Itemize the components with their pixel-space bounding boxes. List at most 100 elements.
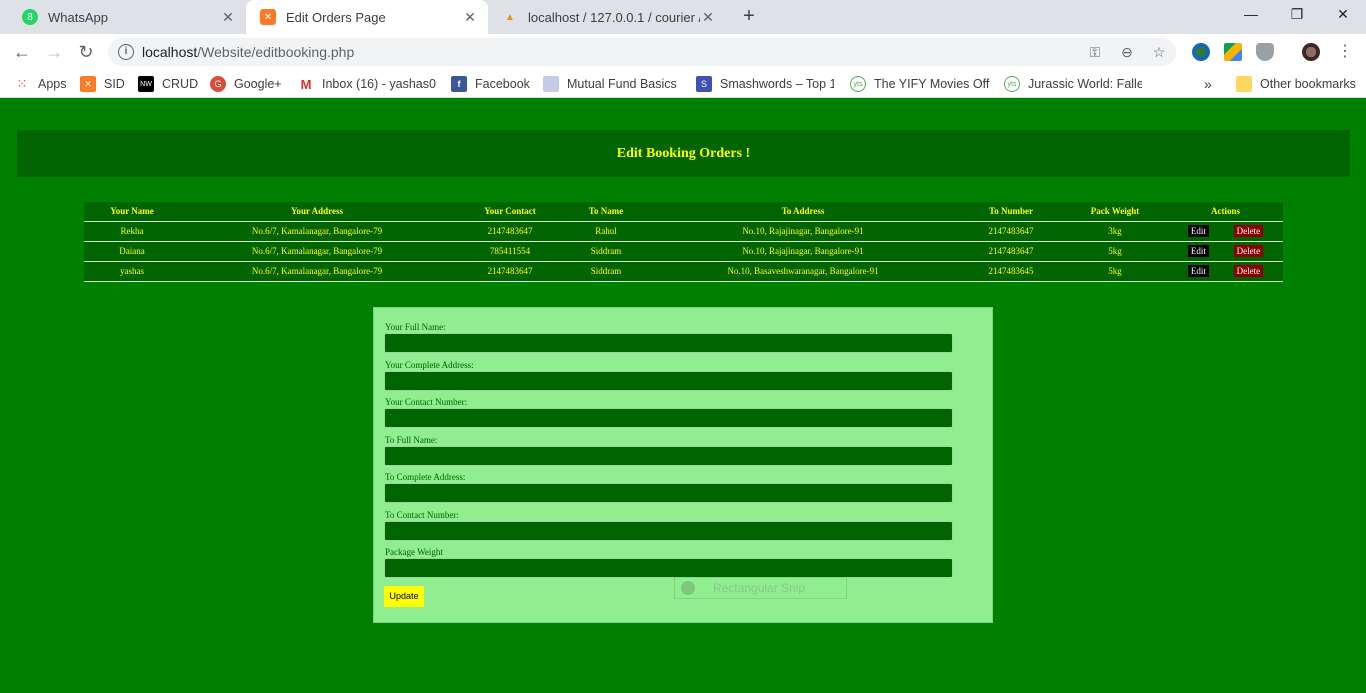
edit-button[interactable]: Edit xyxy=(1187,225,1209,237)
address-bar[interactable]: i localhost/Website/editbooking.php ⚿ ⊖ … xyxy=(108,38,1176,66)
your-address-input[interactable] xyxy=(384,371,953,391)
cell-to-address: No.10, Rajajinagar, Bangalore-91 xyxy=(646,221,960,242)
column-header: To Address xyxy=(646,202,960,222)
cell-address: No.6/7, Kamalanagar, Bangalore-79 xyxy=(180,261,454,282)
page-content: Edit Booking Orders ! Your Name Your Add… xyxy=(0,98,1366,693)
delete-button[interactable]: Delete xyxy=(1233,245,1264,257)
cell-to-address: No.10, Rajajinagar, Bangalore-91 xyxy=(646,241,960,262)
bookmark-jurassic[interactable]: yts Jurassic World: Fallen xyxy=(1004,75,1142,93)
field-to-contact: To Contact Number: xyxy=(384,510,953,541)
close-tab-icon[interactable]: ✕ xyxy=(700,9,716,26)
cell-to-address: No.10, Basaveshwaranagar, Bangalore-91 xyxy=(646,261,960,282)
cell-to-name: Siddram xyxy=(566,241,646,262)
bookmark-smashwords[interactable]: S Smashwords – Top 10 xyxy=(696,75,834,93)
key-icon[interactable]: ⚿ xyxy=(1086,43,1104,61)
cell-contact: 2147483647 xyxy=(454,261,566,282)
smashwords-icon: S xyxy=(696,76,712,92)
facebook-icon: f xyxy=(451,76,467,92)
delete-button[interactable]: Delete xyxy=(1233,265,1264,277)
whatsapp-icon: 8 xyxy=(22,9,38,25)
forward-button[interactable]: → xyxy=(42,40,66,64)
bookmark-inbox[interactable]: M Inbox (16) - yashas03 xyxy=(298,75,436,93)
cell-weight: 5kg xyxy=(1062,241,1168,262)
package-weight-input[interactable] xyxy=(384,558,953,578)
to-address-input[interactable] xyxy=(384,483,953,503)
edit-button[interactable]: Edit xyxy=(1187,265,1209,277)
close-window-button[interactable]: ✕ xyxy=(1320,0,1366,30)
delete-button[interactable]: Delete xyxy=(1233,225,1264,237)
menu-icon[interactable]: ⋮ xyxy=(1333,40,1357,64)
snip-icon xyxy=(681,581,695,595)
xampp-icon: ✕ xyxy=(80,76,96,92)
cell-to-name: Rahul xyxy=(566,221,646,242)
tab-title: localhost / 127.0.0.1 / courier / er xyxy=(528,9,700,25)
tab-edit-orders[interactable]: ✕ Edit Orders Page ✕ xyxy=(246,0,488,34)
yts-icon: yts xyxy=(850,76,866,92)
field-label: Your Contact Number: xyxy=(385,397,468,407)
edit-booking-form: Your Full Name: Your Complete Address: Y… xyxy=(373,307,993,623)
gmail-icon: M xyxy=(300,76,312,92)
xampp-icon: ✕ xyxy=(260,9,276,25)
field-label: Package Weight xyxy=(385,547,443,557)
table-header-row: Your Name Your Address Your Contact To N… xyxy=(84,202,1283,222)
doc-icon xyxy=(543,76,559,92)
field-label: To Full Name: xyxy=(385,435,438,445)
table-row: Rekha No.6/7, Kamalanagar, Bangalore-79 … xyxy=(84,221,1283,242)
google-drive-icon[interactable] xyxy=(1224,43,1242,61)
tab-strip: 8 WhatsApp ✕ ✕ Edit Orders Page ✕ ▲ loca… xyxy=(0,0,1366,34)
shield-extension-icon[interactable] xyxy=(1256,43,1274,61)
other-bookmarks[interactable]: Other bookmarks xyxy=(1236,75,1362,93)
cell-to-number: 2147483647 xyxy=(960,221,1062,242)
bookmark-sid[interactable]: ✕ SID xyxy=(80,75,130,93)
field-package-weight: Package Weight xyxy=(384,547,953,578)
column-header: Your Contact xyxy=(454,202,566,222)
edit-button[interactable]: Edit xyxy=(1187,245,1209,257)
bookmark-yify[interactable]: yts The YIFY Movies Offic xyxy=(850,75,990,93)
to-contact-input[interactable] xyxy=(384,521,953,541)
field-label: Your Full Name: xyxy=(385,322,446,332)
back-button[interactable]: ← xyxy=(10,40,34,64)
bookmark-star-icon[interactable]: ☆ xyxy=(1150,43,1168,61)
tab-title: WhatsApp xyxy=(48,9,108,25)
cell-actions: Edit Delete xyxy=(1168,261,1283,282)
extension-globe-icon[interactable] xyxy=(1192,43,1210,61)
more-bookmarks-button[interactable]: » xyxy=(1204,75,1218,93)
url-text[interactable]: localhost/Website/editbooking.php xyxy=(142,44,354,60)
cell-to-name: Siddram xyxy=(566,261,646,282)
your-name-input[interactable] xyxy=(384,333,953,353)
bookmark-facebook[interactable]: f Facebook xyxy=(451,75,531,93)
field-your-name: Your Full Name: xyxy=(384,322,953,353)
to-name-input[interactable] xyxy=(384,446,953,466)
your-contact-input[interactable] xyxy=(384,408,953,428)
column-header: Your Name xyxy=(84,202,180,222)
apps-grid-icon: ⁙ xyxy=(16,76,28,91)
reload-button[interactable]: ↻ xyxy=(74,40,98,64)
page-title: Edit Booking Orders ! xyxy=(616,145,751,161)
table-row: Daiana No.6/7, Kamalanagar, Bangalore-79… xyxy=(84,241,1283,262)
bookmark-crud[interactable]: NW CRUD xyxy=(138,75,202,93)
bookmark-apps[interactable]: ⁙ Apps xyxy=(14,75,74,93)
close-tab-icon[interactable]: ✕ xyxy=(462,9,478,26)
bookmark-mutual-fund[interactable]: Mutual Fund Basics - xyxy=(543,75,679,93)
column-header: Your Address xyxy=(180,202,454,222)
cell-contact: 785411554 xyxy=(454,241,566,262)
profile-avatar[interactable] xyxy=(1302,43,1320,61)
field-label: To Contact Number: xyxy=(385,510,459,520)
tab-phpmyadmin[interactable]: ▲ localhost / 127.0.0.1 / courier / er ✕ xyxy=(488,0,726,34)
cell-actions: Edit Delete xyxy=(1168,221,1283,242)
tab-whatsapp[interactable]: 8 WhatsApp ✕ xyxy=(8,0,246,34)
field-label: To Complete Address: xyxy=(385,472,466,482)
zoom-icon[interactable]: ⊖ xyxy=(1118,43,1136,61)
snip-overlay: Rectangular Snip xyxy=(674,577,847,599)
minimize-button[interactable]: — xyxy=(1228,0,1274,30)
close-tab-icon[interactable]: ✕ xyxy=(220,9,236,26)
field-your-address: Your Complete Address: xyxy=(384,360,953,391)
restore-button[interactable]: ❐ xyxy=(1274,0,1320,30)
update-button[interactable]: Update xyxy=(384,586,424,607)
site-info-icon[interactable]: i xyxy=(118,44,134,60)
bookmark-google-plus[interactable]: G Google+ xyxy=(210,75,286,93)
new-tab-button[interactable]: + xyxy=(737,5,761,29)
folder-icon xyxy=(1236,76,1252,92)
column-header: Pack Weight xyxy=(1062,202,1168,222)
page-banner: Edit Booking Orders ! xyxy=(17,130,1350,177)
